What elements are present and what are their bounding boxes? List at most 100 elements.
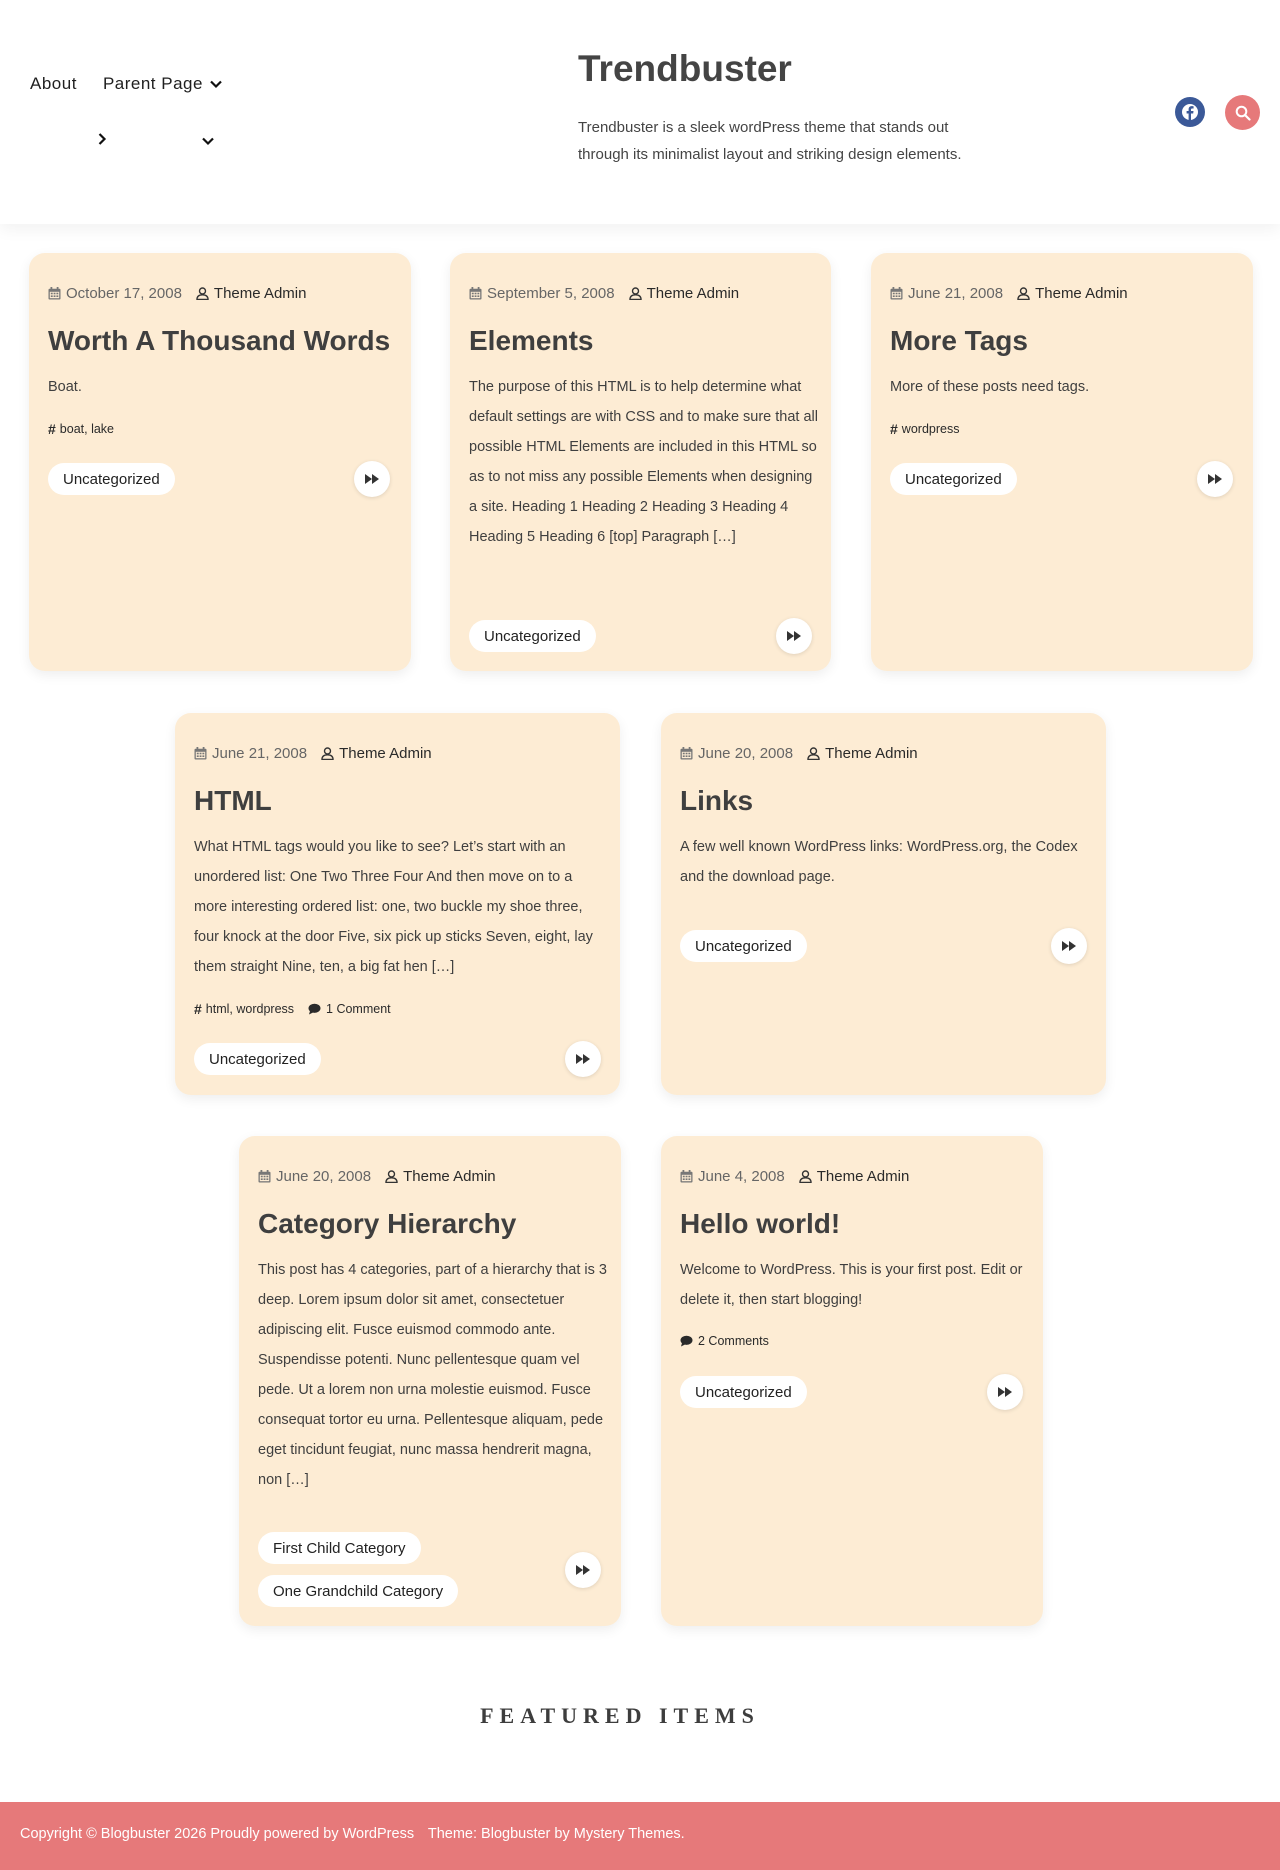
fast-forward-icon — [364, 473, 380, 485]
post-card: June 21, 2008 Theme Admin More Tags More… — [871, 253, 1253, 671]
footer-copyright[interactable]: Copyright © Blogbuster 2026 Proudly powe… — [20, 1826, 414, 1842]
post-author[interactable]: Theme Admin — [629, 285, 739, 302]
post-date[interactable]: September 5, 2008 — [469, 285, 615, 302]
post-author[interactable]: Theme Admin — [321, 745, 432, 762]
post-card: June 20, 2008 Theme Admin Category Hiera… — [239, 1136, 621, 1626]
post-author-text: Theme Admin — [816, 1168, 910, 1185]
post-title[interactable]: HTML — [194, 785, 272, 817]
site-header: About Parent Page Trendbuster Trendbuste… — [0, 0, 1280, 224]
category-pill[interactable]: Uncategorized — [194, 1043, 321, 1075]
user-icon — [321, 747, 334, 760]
post-title[interactable]: Worth A Thousand Words — [48, 325, 390, 357]
post-tags-text[interactable]: html, wordpress — [206, 1002, 294, 1016]
chevron-right-icon[interactable] — [95, 132, 109, 146]
read-more-button[interactable] — [565, 1552, 601, 1588]
chevron-down-icon[interactable] — [201, 134, 215, 148]
user-icon — [196, 287, 209, 300]
hashtag-icon: # — [48, 421, 56, 437]
post-author-text: Theme Admin — [1035, 285, 1128, 302]
post-title[interactable]: Links — [680, 785, 753, 817]
post-excerpt: Boat. — [48, 379, 82, 395]
post-card: September 5, 2008 Theme Admin Elements T… — [450, 253, 831, 671]
post-author[interactable]: Theme Admin — [196, 285, 307, 302]
nav-item-about[interactable]: About — [30, 74, 77, 94]
category-pill[interactable]: Uncategorized — [469, 620, 596, 652]
calendar-icon — [680, 747, 693, 760]
post-title[interactable]: Elements — [469, 325, 594, 357]
post-excerpt: This post has 4 categories, part of a hi… — [258, 1262, 607, 1488]
calendar-icon — [890, 287, 903, 300]
post-tags: # html, wordpress 1 Comment — [194, 1001, 391, 1017]
category-pill[interactable]: First Child Category — [258, 1532, 421, 1564]
search-button[interactable] — [1225, 95, 1260, 130]
read-more-button[interactable] — [1197, 461, 1233, 497]
post-date[interactable]: June 20, 2008 — [258, 1168, 371, 1185]
post-meta: June 21, 2008 Theme Admin — [890, 285, 1128, 302]
post-meta: September 5, 2008 Theme Admin — [469, 285, 739, 302]
post-author-text: Theme Admin — [825, 745, 918, 762]
category-pill[interactable]: Uncategorized — [680, 930, 807, 962]
post-tags: # boat, lake — [48, 421, 114, 437]
post-excerpt: Welcome to WordPress. This is your first… — [680, 1262, 1023, 1308]
post-date[interactable]: June 21, 2008 — [890, 285, 1003, 302]
post-author[interactable]: Theme Admin — [385, 1168, 496, 1185]
user-icon — [807, 747, 820, 760]
nav-item-label: About — [30, 74, 77, 93]
category-pill[interactable]: Uncategorized — [680, 1376, 807, 1408]
post-title[interactable]: Hello world! — [680, 1208, 840, 1240]
read-more-button[interactable] — [565, 1041, 601, 1077]
primary-nav: About Parent Page — [30, 74, 223, 94]
read-more-button[interactable] — [354, 461, 390, 497]
post-date[interactable]: June 21, 2008 — [194, 745, 307, 762]
category-pill[interactable]: Uncategorized — [890, 463, 1017, 495]
post-author-text: Theme Admin — [403, 1168, 496, 1185]
calendar-icon — [258, 1170, 271, 1183]
nav-item-label: Parent Page — [102, 74, 203, 93]
comment-icon — [680, 1335, 693, 1347]
fast-forward-icon — [1061, 940, 1077, 952]
site-description: Trendbuster is a sleek wordPress theme t… — [578, 119, 962, 163]
user-icon — [1017, 287, 1030, 300]
read-more-button[interactable] — [776, 618, 812, 654]
post-meta: June 21, 2008 Theme Admin — [194, 745, 432, 762]
post-excerpt: A few well known WordPress links: WordPr… — [680, 839, 1078, 885]
read-more-button[interactable] — [1051, 928, 1087, 964]
user-icon — [385, 1170, 398, 1183]
post-comments[interactable]: 1 Comment — [308, 1002, 391, 1016]
site-title[interactable]: Trendbuster — [578, 48, 792, 90]
post-date-text: September 5, 2008 — [487, 285, 615, 302]
calendar-icon — [680, 1170, 693, 1183]
post-author[interactable]: Theme Admin — [1017, 285, 1128, 302]
post-author-text: Theme Admin — [213, 285, 307, 302]
post-card: June 4, 2008 Theme Admin Hello world! We… — [661, 1136, 1043, 1626]
category-pill[interactable]: Uncategorized — [48, 463, 175, 495]
post-tags-text[interactable]: wordpress — [902, 422, 960, 436]
post-date[interactable]: October 17, 2008 — [48, 285, 182, 302]
site-footer: Copyright © Blogbuster 2026 Proudly powe… — [0, 1802, 1280, 1870]
post-excerpt: More of these posts need tags. — [890, 379, 1090, 395]
post-comments[interactable]: 2 Comments — [680, 1334, 769, 1348]
comment-icon — [308, 1003, 321, 1015]
post-card: June 21, 2008 Theme Admin HTML What HTML… — [175, 713, 620, 1095]
post-meta: June 20, 2008 Theme Admin — [680, 745, 918, 762]
featured-heading: FEATURED ITEMS — [480, 1703, 760, 1728]
post-title[interactable]: Category Hierarchy — [258, 1208, 516, 1240]
fast-forward-icon — [575, 1053, 591, 1065]
post-tags-text[interactable]: boat, lake — [60, 422, 114, 436]
category-pill[interactable]: One Grandchild Category — [258, 1575, 459, 1607]
post-author[interactable]: Theme Admin — [807, 745, 918, 762]
nav-item-parent-page[interactable]: Parent Page — [103, 74, 223, 94]
footer-theme[interactable]: Theme: Blogbuster by Mystery Themes. — [428, 1826, 685, 1842]
post-date-text: June 20, 2008 — [276, 1168, 372, 1185]
post-author[interactable]: Theme Admin — [799, 1168, 910, 1185]
post-meta: June 20, 2008 Theme Admin — [258, 1168, 496, 1185]
calendar-icon — [48, 287, 61, 300]
facebook-link[interactable] — [1175, 97, 1205, 127]
read-more-button[interactable] — [987, 1374, 1023, 1410]
fast-forward-icon — [575, 1564, 591, 1576]
post-meta: October 17, 2008 Theme Admin — [48, 285, 306, 302]
post-title[interactable]: More Tags — [890, 325, 1028, 357]
post-date[interactable]: June 20, 2008 — [680, 745, 793, 762]
post-date-text: June 4, 2008 — [698, 1168, 785, 1185]
post-date[interactable]: June 4, 2008 — [680, 1168, 785, 1185]
